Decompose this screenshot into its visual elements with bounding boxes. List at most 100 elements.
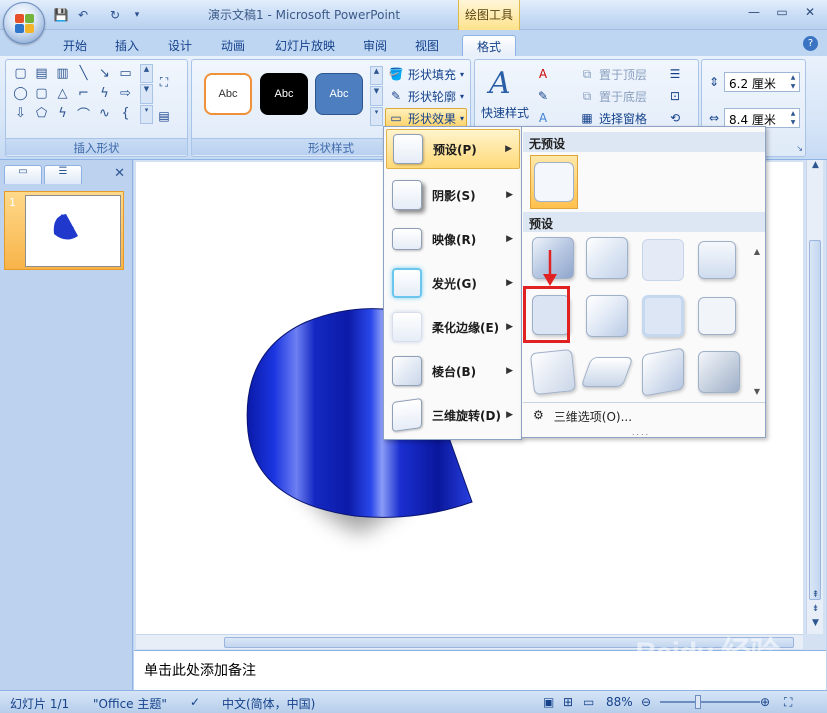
menu-item-3d-rotation[interactable]: 三维旋转(D) ▶: [386, 395, 520, 435]
vertical-textbox-icon[interactable]: ▥: [53, 64, 72, 82]
shapes-gallery-scroll[interactable]: ▲ ▼ ▾: [140, 64, 153, 124]
textbox-icon[interactable]: ▤: [32, 64, 51, 82]
shape-fill-button[interactable]: 🪣 形状填充 ▾: [388, 64, 465, 84]
menu-item-preset[interactable]: 预设(P) ▶: [386, 129, 520, 169]
customize-qat-icon[interactable]: ▾: [128, 6, 146, 23]
tab-design[interactable]: 设计: [163, 35, 197, 56]
curve-icon[interactable]: ∿: [95, 104, 114, 122]
tab-view[interactable]: 视图: [410, 35, 444, 56]
menu-item-soft-edges[interactable]: 柔化边缘(E) ▶: [386, 307, 520, 347]
right-arrow-icon[interactable]: ⇨: [116, 84, 135, 102]
preset-2-option[interactable]: [586, 237, 628, 279]
down-arrow-icon[interactable]: ⇩: [11, 104, 30, 122]
pentagon-icon[interactable]: ⬠: [32, 104, 51, 122]
office-button[interactable]: [3, 2, 45, 44]
style-sample-orange[interactable]: Abc: [204, 73, 252, 115]
undo-icon[interactable]: ↶: [74, 6, 92, 23]
tab-animations[interactable]: 动画: [216, 35, 250, 56]
text-fill-button[interactable]: A: [535, 64, 551, 84]
style-sample-black[interactable]: Abc: [260, 73, 308, 115]
elbow-connector-icon[interactable]: ⌐: [74, 84, 93, 102]
preset-8-option[interactable]: [698, 297, 736, 335]
brace-icon[interactable]: {: [116, 104, 135, 122]
preset-4-option[interactable]: [698, 241, 736, 279]
text-box-button[interactable]: ▤: [156, 106, 172, 126]
no-preset-option[interactable]: [530, 155, 578, 209]
save-icon[interactable]: 💾: [52, 6, 70, 23]
rectangle-icon[interactable]: ▭: [116, 64, 135, 82]
slides-tab[interactable]: ▭: [4, 165, 42, 184]
slideshow-icon[interactable]: ▭: [583, 695, 594, 709]
preset-7-option[interactable]: [642, 295, 684, 337]
menu-item-bevel[interactable]: 棱台(B) ▶: [386, 351, 520, 391]
styles-gallery-scroll[interactable]: ▲ ▼ ▾: [370, 66, 383, 126]
tab-slideshow[interactable]: 幻灯片放映: [268, 35, 342, 56]
shape-outline-button[interactable]: ✎ 形状轮廓 ▾: [388, 86, 464, 106]
menu-item-glow[interactable]: 发光(G) ▶: [386, 263, 520, 303]
lightning-icon[interactable]: ϟ: [53, 104, 72, 122]
preset-9-option[interactable]: [529, 348, 577, 396]
bring-to-front-button[interactable]: ⧉ 置于顶层: [579, 64, 647, 84]
tab-review[interactable]: 审阅: [358, 35, 392, 56]
slide-sorter-icon[interactable]: ⊞: [563, 695, 573, 709]
gallery-scroll-up-icon[interactable]: ▲: [751, 247, 763, 256]
close-panel-icon[interactable]: ✕: [114, 166, 125, 181]
next-slide-icon[interactable]: ⇟: [807, 604, 824, 614]
text-effects-button[interactable]: A: [535, 108, 551, 128]
help-icon[interactable]: ?: [803, 36, 818, 51]
close-button[interactable]: ✕: [797, 3, 823, 21]
preset-6-option[interactable]: [586, 295, 628, 337]
tab-home[interactable]: 开始: [58, 35, 92, 56]
rotate-button[interactable]: ⟲: [667, 108, 683, 128]
tab-insert[interactable]: 插入: [110, 35, 144, 56]
3d-options-item[interactable]: ⚙ 三维选项(O)...: [523, 402, 765, 428]
zoom-slider-thumb[interactable]: [695, 695, 701, 709]
height-spinner[interactable]: ▲ ▼: [788, 73, 798, 91]
height-field[interactable]: 6.2 厘米 ▲ ▼: [724, 72, 800, 92]
arc-icon[interactable]: ⌒: [74, 104, 93, 123]
arrow-line-icon[interactable]: ↘: [95, 64, 114, 82]
send-to-back-button[interactable]: ⧉ 置于底层: [579, 86, 647, 106]
zoom-in-icon[interactable]: ⊕: [760, 695, 770, 709]
preset-10-option[interactable]: [580, 357, 634, 387]
width-field[interactable]: 8.4 厘米 ▲ ▼: [724, 108, 800, 128]
vertical-scroll-thumb[interactable]: [809, 240, 821, 600]
quick-styles-button[interactable]: 快速样式: [481, 102, 529, 122]
selection-pane-button[interactable]: ▦ 选择窗格: [579, 108, 647, 128]
prev-slide-icon[interactable]: ⇞: [807, 590, 824, 600]
text-outline-button[interactable]: ✎: [535, 86, 551, 106]
style-sample-blue[interactable]: Abc: [315, 73, 363, 115]
scroll-down-icon[interactable]: ▼: [807, 618, 824, 628]
line-icon[interactable]: ╲: [74, 64, 93, 82]
preset-12-option[interactable]: [698, 351, 740, 393]
spellcheck-icon[interactable]: ✓: [190, 695, 200, 709]
triangle-icon[interactable]: △: [53, 84, 72, 102]
gallery-scroll-down-icon[interactable]: ▼: [751, 387, 763, 396]
zoom-out-icon[interactable]: ⊖: [641, 695, 651, 709]
menu-item-reflection[interactable]: 映像(R) ▶: [386, 219, 520, 259]
preset-11-option[interactable]: [642, 347, 684, 397]
size-dialog-launcher-icon[interactable]: ↘: [796, 144, 803, 153]
tab-format[interactable]: 格式: [462, 35, 516, 56]
shape-effects-button[interactable]: ▭ 形状效果 ▾: [385, 108, 468, 128]
restore-button[interactable]: ▭: [769, 3, 795, 21]
menu-item-shadow[interactable]: 阴影(S) ▶: [386, 175, 520, 215]
align-button[interactable]: ☰: [667, 64, 683, 84]
width-spinner[interactable]: ▲ ▼: [788, 109, 798, 127]
rect-textbox-icon[interactable]: ▢: [11, 64, 30, 82]
zoom-slider[interactable]: [660, 701, 760, 703]
minimize-button[interactable]: —: [741, 3, 767, 21]
zoom-level[interactable]: 88%: [606, 695, 633, 709]
curved-connector-icon[interactable]: ϟ: [95, 84, 114, 102]
slide-thumbnail-item[interactable]: 1: [4, 191, 124, 270]
resize-grip[interactable]: ....: [632, 428, 650, 437]
preset-3-option[interactable]: [642, 239, 684, 281]
vertical-scrollbar[interactable]: ▲ ⇞ ⇟ ▼: [806, 160, 823, 634]
outline-tab[interactable]: ☰: [44, 165, 82, 184]
normal-view-icon[interactable]: ▣: [543, 695, 554, 709]
edit-shape-button[interactable]: ⛶: [156, 72, 172, 92]
scroll-up-icon[interactable]: ▲: [807, 160, 824, 170]
language-indicator[interactable]: 中文(简体，中国): [222, 695, 315, 712]
oval-icon[interactable]: ◯: [11, 84, 30, 102]
group-button[interactable]: ⊡: [667, 86, 683, 106]
